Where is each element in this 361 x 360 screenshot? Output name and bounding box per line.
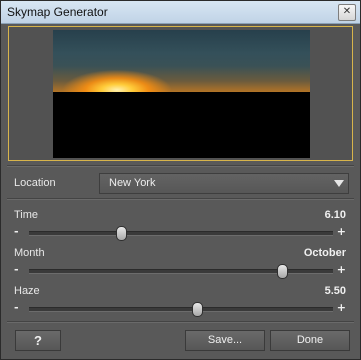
sky-gradient — [53, 30, 310, 92]
location-dropdown[interactable]: New York — [99, 173, 349, 194]
haze-value: 5.50 — [324, 285, 346, 297]
time-slider-thumb[interactable] — [116, 226, 128, 241]
divider — [7, 321, 354, 323]
divider — [7, 165, 354, 167]
time-label: Time — [14, 209, 39, 221]
ground-area — [53, 92, 310, 158]
haze-increase-button[interactable]: + — [337, 301, 346, 314]
month-label: Month — [14, 247, 45, 259]
save-button[interactable]: Save... — [185, 330, 265, 351]
time-slider-track[interactable] — [29, 226, 333, 241]
chevron-down-icon — [334, 180, 344, 187]
time-increase-button[interactable]: + — [337, 225, 346, 238]
sky-preview-image — [53, 30, 310, 158]
month-value: October — [303, 247, 346, 259]
close-button[interactable]: ✕ — [338, 4, 356, 21]
help-button[interactable]: ? — [15, 330, 61, 351]
save-label: Save... — [207, 334, 243, 346]
done-label: Done — [296, 334, 324, 346]
skymap-generator-window: Skymap Generator ✕ Location New York Tim… — [0, 0, 361, 360]
month-slider-track[interactable] — [29, 264, 333, 279]
location-value: New York — [109, 177, 156, 189]
done-button[interactable]: Done — [270, 330, 350, 351]
time-value: 6.10 — [324, 209, 346, 221]
haze-slider-track[interactable] — [29, 302, 333, 317]
haze-label: Haze — [14, 285, 40, 297]
location-label: Location — [14, 177, 56, 189]
divider — [7, 198, 354, 200]
month-slider-thumb[interactable] — [277, 264, 289, 279]
time-decrease-button[interactable]: - — [14, 225, 19, 238]
help-label: ? — [34, 333, 42, 348]
title-bar[interactable]: Skymap Generator ✕ — [1, 1, 360, 24]
month-decrease-button[interactable]: - — [14, 263, 19, 276]
close-icon: ✕ — [342, 6, 352, 17]
haze-decrease-button[interactable]: - — [14, 301, 19, 314]
sky-preview-frame — [8, 26, 353, 161]
month-increase-button[interactable]: + — [337, 263, 346, 276]
window-title: Skymap Generator — [7, 5, 108, 19]
haze-slider-thumb[interactable] — [192, 302, 204, 317]
